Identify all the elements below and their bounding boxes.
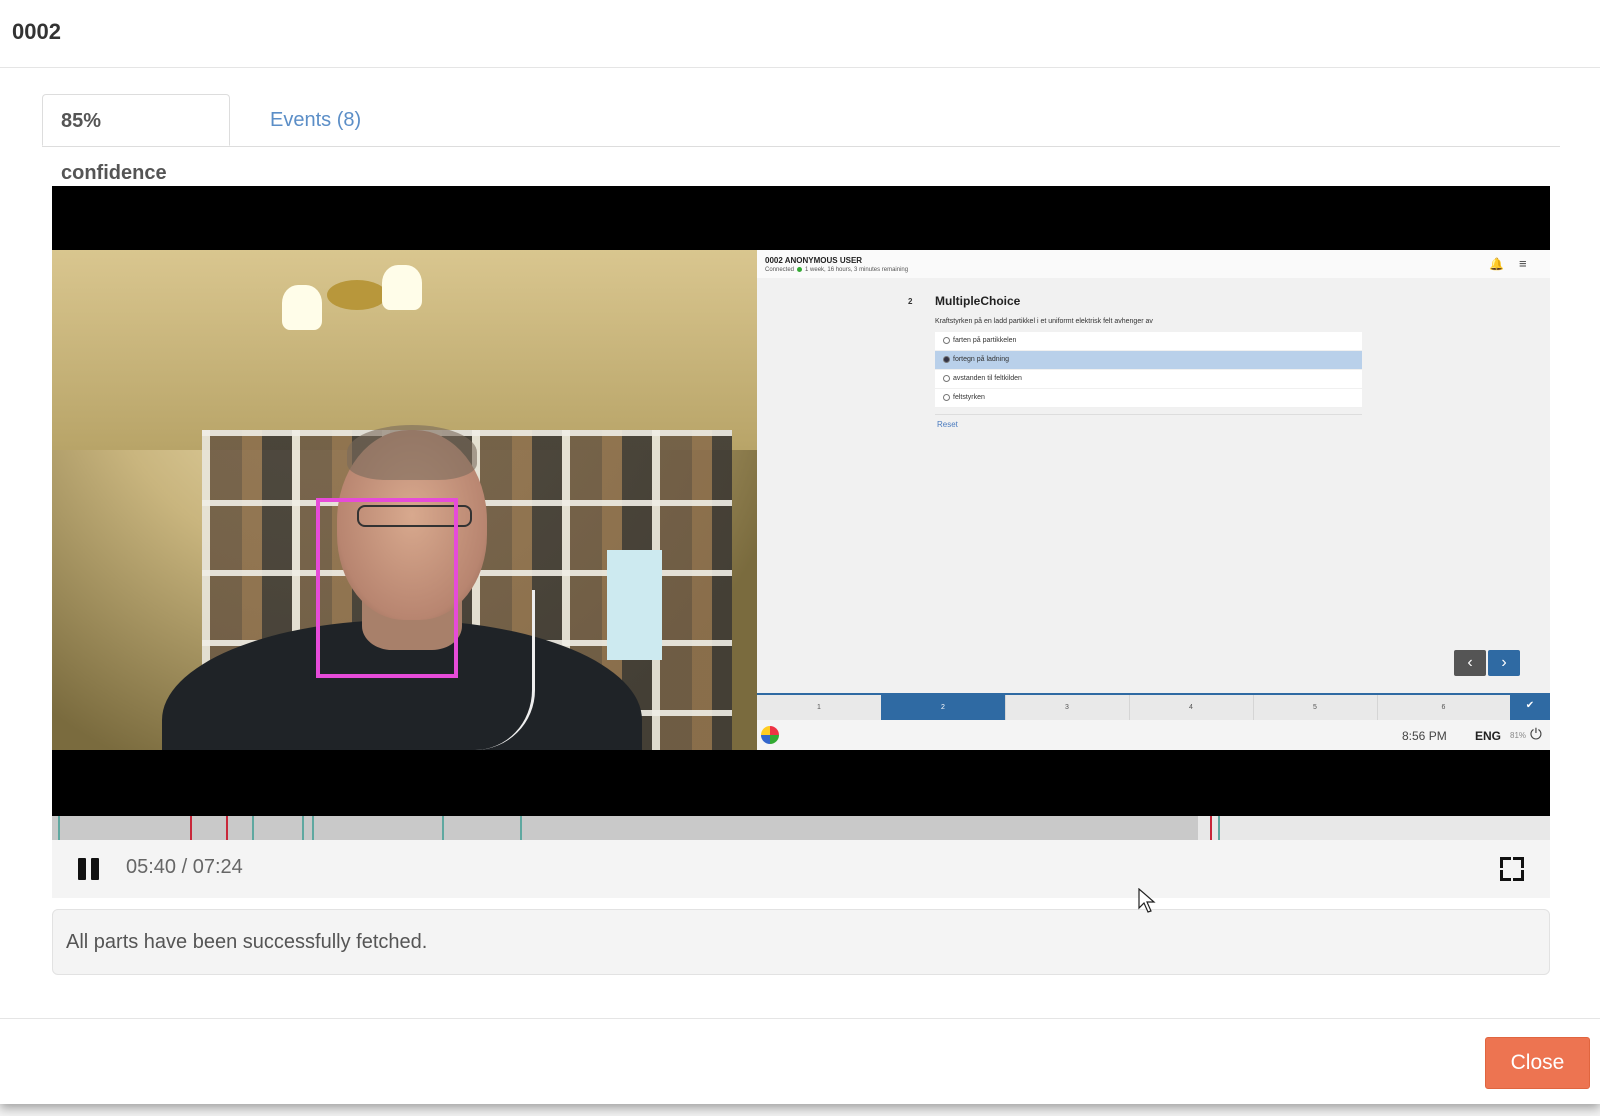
bell-icon: 🔔 [1489,257,1504,271]
question-text: Kraftstyrken på en ladd partikkel i et u… [935,318,1153,325]
question-number: 2 [908,297,913,306]
taskbar-clock: 8:56 PM [1402,729,1447,743]
pause-icon [78,858,86,880]
timeline-alert-marker[interactable] [226,816,228,840]
menu-icon: ≡ [1519,256,1527,271]
exam-user: 0002 ANONYMOUS USER [765,256,863,265]
answer-options: farten på partikkelen fortegn på ladning… [935,332,1362,408]
connection-dot-icon [797,267,803,272]
video-player: 0002 ANONYMOUS USER Connected 1 week, 16 … [52,186,1550,898]
taskbar: 8:56 PM ENG 81% ⏻ [757,720,1550,750]
chevron-left-icon: ‹ [1454,650,1486,676]
chevron-right-icon: › [1488,650,1520,676]
checkmark-icon: ✔ [1510,695,1550,720]
divider [935,414,1362,415]
time-display: 05:40 / 07:24 [126,856,243,878]
answer-option-selected: fortegn på ladning [935,351,1362,370]
mouse-cursor-icon [1138,888,1156,913]
timeline-event-marker[interactable] [58,816,60,840]
timeline-event-marker[interactable] [252,816,254,840]
video-frame[interactable]: 0002 ANONYMOUS USER Connected 1 week, 16 … [52,186,1550,816]
reset-link: Reset [937,420,958,429]
radio-icon [943,336,950,344]
taskbar-battery: 81% [1510,731,1527,740]
question-stepper: 1 2 3 4 5 6 ✔ [757,693,1550,722]
radio-checked-icon [943,355,950,363]
lamp-shade [282,285,322,330]
tab-events[interactable]: Events (8) [252,94,379,146]
screen-capture: 0002 ANONYMOUS USER Connected 1 week, 16 … [757,250,1550,750]
answer-option-label: feltstyrken [953,394,985,401]
answer-option: farten på partikkelen [935,332,1362,351]
player-controls: 05:40 / 07:24 [52,840,1550,898]
taskbar-language: ENG [1475,729,1502,743]
step-item-active: 2 [881,695,1006,720]
fullscreen-button[interactable] [1500,857,1524,881]
timeline-event-marker[interactable] [302,816,304,840]
tab-bar: 85% confidence Events (8) [42,94,1560,184]
time-remaining: 1 week, 16 hours, 3 minutes remaining [805,267,909,274]
question-title: MultipleChoice [935,294,1021,308]
close-button[interactable]: Close [1485,1037,1590,1089]
window [607,550,662,660]
video-timeline[interactable] [52,816,1550,840]
pause-icon [91,858,99,880]
status-notice-text: All parts have been successfully fetched… [66,931,428,953]
answer-option-label: avstanden til feltkilden [953,375,1022,382]
timeline-alert-marker[interactable] [1210,816,1212,840]
modal-footer: Close [0,1018,1600,1105]
modal-dialog: 0002 85% confidence Events (8) 0002 ANON… [0,0,1600,1104]
lamp-shade [382,265,422,310]
webcam-feed [52,250,757,750]
connection-label: Connected [765,267,795,274]
fullscreen-icon [1513,857,1524,868]
power-icon: ⏻ [1530,726,1542,743]
ceiling-lamp [282,250,432,330]
fullscreen-icon [1500,857,1511,868]
radio-icon [943,374,950,382]
timeline-event-marker[interactable] [520,816,522,840]
lamp-body [327,280,387,310]
face-detection-box [316,498,458,678]
answer-option: avstanden til feltkilden [935,370,1362,389]
step-item: 3 [1005,695,1130,720]
modal-title: 0002 [12,19,61,44]
answer-option-label: farten på partikkelen [953,337,1017,344]
tab-confidence[interactable]: 85% confidence [42,94,230,184]
status-notice: All parts have been successfully fetched… [52,909,1550,975]
fullscreen-icon [1500,870,1511,881]
answer-option: feltstyrken [935,389,1362,408]
step-item: 1 [757,695,882,720]
fullscreen-icon [1513,870,1524,881]
step-item: 5 [1253,695,1378,720]
person-hair [347,425,477,480]
exam-connection: Connected 1 week, 16 hours, 3 minutes rem… [765,267,908,273]
timeline-event-marker[interactable] [1218,816,1220,840]
modal-header: 0002 [0,0,1600,68]
start-menu-icon [761,726,779,744]
timeline-event-marker[interactable] [312,816,314,840]
timeline-alert-marker[interactable] [190,816,192,840]
step-item: 6 [1377,695,1511,720]
step-item: 4 [1129,695,1254,720]
exam-header: 0002 ANONYMOUS USER Connected 1 week, 16 … [757,250,1550,278]
timeline-event-marker[interactable] [442,816,444,840]
timeline-progress [52,816,1198,840]
answer-option-label: fortegn på ladning [953,356,1010,363]
radio-icon [943,393,950,401]
pause-button[interactable] [78,858,100,880]
